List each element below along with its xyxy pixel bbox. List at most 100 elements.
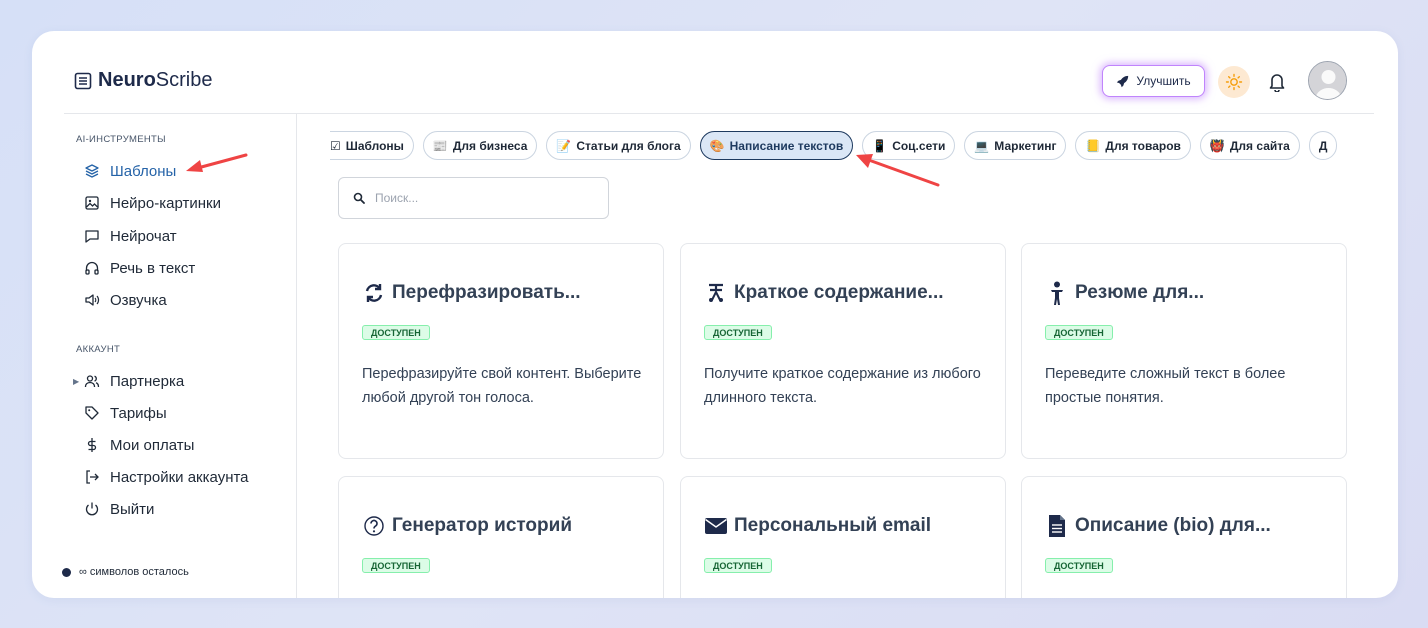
- sidebar-item-label: Озвучка: [110, 291, 167, 309]
- chip-for-site[interactable]: 👹 Для сайта: [1199, 131, 1300, 160]
- chip-label: Для сайта: [1229, 138, 1290, 153]
- sidebar-item-my-payments[interactable]: Мои оплаты: [84, 434, 194, 456]
- chip-templates[interactable]: ☑ Шаблоны: [330, 131, 414, 160]
- chip-text-writing[interactable]: 🎨 Написание текстов: [699, 131, 854, 160]
- status-badge: ДОСТУПЕН: [704, 325, 772, 340]
- chip-label: Д: [1318, 138, 1328, 153]
- phone-icon: 📱: [872, 138, 888, 153]
- card-title: Краткое содержание...: [704, 280, 944, 306]
- status-badge: ДОСТУПЕН: [1045, 558, 1113, 573]
- search-input[interactable]: [375, 191, 575, 205]
- child-icon: [1045, 280, 1069, 306]
- search-box: [338, 177, 609, 219]
- template-card-summary[interactable]: Краткое содержание... ДОСТУПЕН Получите …: [680, 243, 1006, 459]
- status-badge: ДОСТУПЕН: [362, 325, 430, 340]
- chip-label: Написание текстов: [729, 138, 844, 153]
- template-card-story-generator[interactable]: Генератор историй ДОСТУПЕН: [338, 476, 664, 598]
- card-title-text: Краткое содержание...: [734, 282, 944, 303]
- chip-label: Маркетинг: [994, 138, 1057, 153]
- laptop-icon: 💻: [974, 138, 990, 153]
- card-title: Генератор историй: [362, 513, 572, 539]
- status-badge: ДОСТУПЕН: [1045, 325, 1113, 340]
- chip-social[interactable]: 📱 Соц.сети: [862, 131, 956, 160]
- dollar-icon: [84, 437, 100, 453]
- credits-text: ∞ символов осталось: [79, 566, 189, 578]
- card-title: Перефразировать...: [362, 280, 581, 306]
- template-card-resume[interactable]: Резюме для... ДОСТУПЕН Переведите сложны…: [1021, 243, 1347, 459]
- speaker-icon: [84, 292, 100, 308]
- status-badge: ДОСТУПЕН: [704, 558, 772, 573]
- sidebar-item-voiceover[interactable]: Озвучка: [84, 289, 167, 311]
- theme-toggle-button[interactable]: [1218, 66, 1250, 98]
- caret-right-icon[interactable]: ▶: [73, 377, 79, 386]
- sidebar-item-label: Мои оплаты: [110, 436, 195, 454]
- sidebar-item-label: Настройки аккаунта: [110, 468, 249, 486]
- app-window: Neuro Scribe Улучшить AI-ИНСТРУМЕНТЫ Шабл…: [32, 31, 1398, 598]
- sidebar-item-tariffs[interactable]: Тарифы: [84, 402, 167, 424]
- file-icon: [1045, 513, 1069, 539]
- layers-icon: [84, 163, 100, 179]
- card-title: Резюме для...: [1045, 280, 1204, 306]
- sidebar-item-neuro-chat[interactable]: Нейрочат: [84, 225, 177, 247]
- sidebar-item-label: Нейро-картинки: [110, 194, 221, 212]
- ogre-icon: 👹: [1209, 138, 1225, 153]
- card-title-text: Перефразировать...: [392, 282, 581, 303]
- sidebar-item-label: Речь в текст: [110, 259, 196, 277]
- power-icon: [84, 501, 100, 517]
- chip-label: Статьи для блога: [576, 138, 681, 153]
- memo-icon: 📝: [556, 138, 572, 153]
- upgrade-label: Улучшить: [1136, 74, 1191, 88]
- sidebar-item-label: Шаблоны: [110, 162, 177, 180]
- avatar-placeholder-icon: [1309, 62, 1346, 99]
- notifications-button[interactable]: [1265, 69, 1289, 95]
- chip-blog-articles[interactable]: 📝 Статьи для блога: [546, 131, 691, 160]
- sidebar-item-neuro-images[interactable]: Нейро-картинки: [84, 192, 221, 214]
- chip-more[interactable]: Д: [1308, 131, 1338, 160]
- checkbox-icon: ☑: [330, 138, 341, 153]
- refresh-icon: [362, 280, 386, 306]
- tag-icon: [84, 405, 100, 421]
- chip-for-business[interactable]: 📰 Для бизнеса: [422, 131, 538, 160]
- logo-text-light: Scribe: [155, 69, 213, 91]
- sidebar-item-logout[interactable]: Выйти: [84, 498, 154, 520]
- credits-remaining: ∞ символов осталось: [62, 566, 189, 578]
- logo-icon: [74, 72, 92, 89]
- card-description: Перефразируйте свой контент. Выберите лю…: [362, 366, 642, 406]
- status-dot: [62, 567, 71, 577]
- sidebar-item-label: Нейрочат: [110, 227, 177, 245]
- text-summary-icon: [704, 280, 728, 306]
- search-icon: [353, 192, 365, 204]
- template-card-paraphrase[interactable]: Перефразировать... ДОСТУПЕН Перефразируй…: [338, 243, 664, 459]
- sidebar-item-account-settings[interactable]: Настройки аккаунта: [84, 466, 249, 488]
- chip-marketing[interactable]: 💻 Маркетинг: [964, 131, 1067, 160]
- card-title-text: Персональный email: [734, 515, 932, 536]
- chip-label: Шаблоны: [345, 138, 404, 153]
- sidebar: AI-ИНСТРУМЕНТЫ Шаблоны Нейро-картинки Не…: [32, 114, 297, 598]
- template-card-bio[interactable]: Описание (bio) для... ДОСТУПЕН: [1021, 476, 1347, 598]
- logo-text-bold: Neuro: [98, 69, 156, 91]
- sidebar-item-partner[interactable]: Партнерка: [84, 370, 184, 392]
- palette-icon: 🎨: [709, 138, 725, 153]
- sidebar-item-speech-to-text[interactable]: Речь в текст: [84, 257, 195, 279]
- template-card-personal-email[interactable]: Персональный email ДОСТУПЕН: [680, 476, 1006, 598]
- sidebar-item-templates[interactable]: Шаблоны: [84, 160, 176, 182]
- user-avatar[interactable]: [1308, 61, 1347, 100]
- chip-for-products[interactable]: 📒 Для товаров: [1075, 131, 1191, 160]
- sidebar-item-label: Партнерка: [110, 372, 185, 390]
- chip-label: Соц.сети: [892, 138, 946, 153]
- sidebar-item-label: Тарифы: [110, 404, 167, 422]
- app-logo[interactable]: Neuro Scribe: [74, 69, 213, 92]
- users-icon: [84, 373, 100, 389]
- sun-icon: [1225, 73, 1243, 91]
- card-description: Получите краткое содержание из любого дл…: [704, 366, 981, 406]
- sidebar-item-label: Выйти: [110, 500, 155, 518]
- newspaper-icon: 📰: [432, 138, 448, 153]
- card-title: Персональный email: [704, 513, 931, 539]
- upgrade-button[interactable]: Улучшить: [1102, 65, 1205, 97]
- ledger-icon: 📒: [1085, 138, 1101, 153]
- card-title-text: Резюме для...: [1075, 282, 1205, 303]
- section-title-ai-tools: AI-ИНСТРУМЕНТЫ: [76, 134, 166, 145]
- card-description: Переведите сложный текст в более простые…: [1045, 366, 1286, 406]
- headphones-icon: [84, 260, 100, 276]
- card-title-text: Описание (bio) для...: [1075, 515, 1271, 536]
